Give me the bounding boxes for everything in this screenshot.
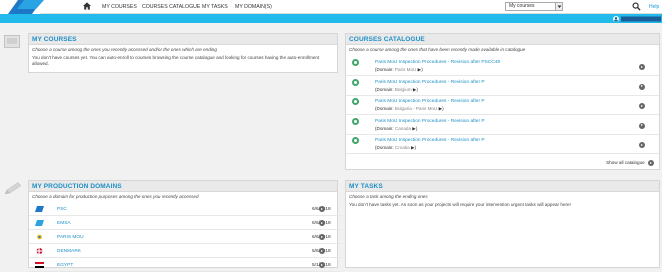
course-domain: (Domain: Bulgaria - Paris MoU ▶) — [375, 106, 444, 112]
domain-row[interactable]: PSC6/6/2018 — [29, 203, 342, 216]
catalogue-course-row[interactable]: Paris MoU Inspection Procedures - Revisi… — [346, 76, 659, 96]
course-domain-label: (Domain: — [375, 125, 394, 131]
help-link[interactable]: Help — [649, 4, 659, 10]
courses-catalogue-title: COURSES CATALOGUE — [346, 34, 659, 45]
course-title[interactable]: Paris MoU Inspection Procedures - Revisi… — [375, 119, 485, 124]
my-courses-title: MY COURSES — [29, 34, 337, 45]
arrow-right-icon[interactable] — [319, 262, 325, 268]
arrow-right-icon[interactable] — [319, 248, 325, 254]
course-domain: (Domain: Croatia ▶) — [375, 145, 416, 151]
courses-catalogue-subtitle: Choose a course among the ones that have… — [349, 47, 526, 52]
my-tasks-title: MY TASKS — [346, 181, 659, 192]
parismou-flag-icon — [37, 234, 42, 240]
catalogue-course-row[interactable]: Paris MoU Inspection Procedures - Revisi… — [346, 95, 659, 115]
domain-name[interactable]: EMSA — [57, 221, 71, 226]
domain-name[interactable]: PARIS MOU — [57, 235, 84, 240]
play-icon: ▶) — [412, 125, 418, 131]
arrow-right-icon — [648, 160, 654, 166]
production-domains-subtitle: Choose a domain for production purposes … — [32, 194, 199, 199]
production-domains-title: MY PRODUCTION DOMAINS — [29, 181, 337, 192]
chevron-down-icon — [555, 3, 562, 10]
nav-my-courses[interactable]: MY COURSES — [102, 4, 137, 10]
arrow-right-icon[interactable] — [639, 122, 645, 129]
arrow-right-icon[interactable] — [639, 64, 645, 70]
my-tasks-message: You don't have tasks yet. As soon as you… — [349, 202, 571, 207]
course-title[interactable]: Paris MoU Inspection Procedures - Revisi… — [375, 99, 485, 104]
play-icon: ▶) — [412, 86, 418, 92]
arrow-right-icon[interactable] — [639, 142, 645, 148]
my-tasks-panel: MY TASKS Choose a task among the ending … — [345, 180, 660, 268]
search-scope-select[interactable]: My courses — [505, 2, 563, 11]
my-tasks-subtitle: Choose a task among the ending ones — [349, 194, 428, 199]
arrow-right-icon[interactable] — [319, 206, 325, 212]
course-domain-label: (Domain: — [375, 106, 394, 111]
course-domain: (Domain: Canada ▶) — [375, 126, 417, 132]
course-domain-value: Paris MoU — [394, 67, 417, 72]
nav-my-tasks[interactable]: MY TASKS — [202, 4, 228, 10]
domain-name[interactable]: DENMARK — [57, 249, 81, 254]
course-title[interactable]: Paris MoU Inspection Procedures - Revisi… — [375, 80, 485, 85]
show-all-catalogue-label: Show all catalogue — [606, 160, 645, 166]
course-bullet-icon — [352, 117, 359, 125]
domain-name[interactable]: PSC — [57, 207, 67, 212]
production-domains-panel: MY PRODUCTION DOMAINS Choose a domain fo… — [28, 180, 342, 272]
denmark-flag-icon — [36, 248, 43, 254]
nav-my-domains[interactable]: MY DOMAIN(S) — [235, 4, 272, 10]
domain-name[interactable]: EGYPT — [57, 263, 73, 268]
arrow-right-icon[interactable] — [639, 83, 645, 90]
course-domain-value: Belgium — [394, 86, 412, 92]
domain-row[interactable]: EMSA6/6/2018 — [29, 217, 342, 230]
my-courses-panel: MY COURSES Choose a course among the one… — [28, 33, 338, 73]
course-title[interactable]: Paris MoU Inspection Procedures - Revisi… — [375, 138, 485, 143]
pencil-icon — [4, 182, 22, 195]
course-domain-value: Bulgaria - Paris MoU — [394, 106, 438, 111]
course-bullet-icon — [352, 137, 359, 144]
course-domain: (Domain: Belgium ▶) — [375, 87, 418, 93]
course-domain-value: Croatia — [394, 145, 410, 150]
home-icon[interactable] — [83, 2, 91, 10]
courses-catalogue-panel: COURSES CATALOGUE Choose a course among … — [345, 33, 660, 170]
course-bullet-icon — [352, 78, 359, 86]
play-icon: ▶) — [411, 145, 417, 150]
my-courses-message: You don't have courses yet. You can auto… — [32, 55, 320, 66]
emsa-flag-icon — [35, 220, 44, 226]
my-courses-subtitle: Choose a course among the ones you recen… — [32, 47, 217, 52]
egypt-flag-icon — [35, 262, 44, 268]
search-scope-value: My courses — [509, 3, 535, 9]
logo[interactable] — [0, 0, 52, 14]
arrow-right-icon[interactable] — [319, 234, 325, 240]
top-navigation-bar: MY COURSES COURSES CATALOGUE MY TASKS MY… — [0, 0, 662, 14]
user-menu[interactable] — [613, 16, 661, 22]
courses-board-icon — [4, 35, 20, 48]
course-domain-label: (Domain: — [375, 145, 394, 150]
arrow-right-icon[interactable] — [639, 103, 645, 109]
catalogue-course-row[interactable]: Paris MoU Inspection Procedures - Revisi… — [346, 56, 659, 76]
course-domain-value: Canada — [394, 125, 412, 131]
course-bullet-icon — [352, 98, 359, 105]
play-icon: ▶) — [438, 106, 444, 111]
search-icon[interactable] — [632, 2, 641, 11]
course-bullet-icon — [352, 59, 359, 66]
play-icon: ▶) — [417, 67, 423, 72]
nav-courses-catalogue[interactable]: COURSES CATALOGUE — [142, 4, 200, 10]
psc-flag-icon — [35, 206, 44, 212]
course-title[interactable]: Paris MoU Inspection Procedures - Revisi… — [375, 60, 500, 65]
course-domain-label: (Domain: — [375, 67, 394, 72]
course-domain-label: (Domain: — [375, 86, 394, 92]
domain-row[interactable]: EGYPT5/1/2018 — [29, 259, 342, 272]
domain-row[interactable]: DENMARK5/6/2018 — [29, 245, 342, 258]
header-bar — [0, 14, 662, 23]
arrow-right-icon[interactable] — [319, 220, 325, 226]
show-all-catalogue[interactable]: Show all catalogue — [606, 160, 654, 166]
domain-row[interactable]: PARIS MOU6/6/2018 — [29, 231, 342, 244]
catalogue-course-row[interactable]: Paris MoU Inspection Procedures - Revisi… — [346, 134, 659, 154]
catalogue-course-row[interactable]: Paris MoU Inspection Procedures - Revisi… — [346, 115, 659, 135]
course-domain: (Domain: Paris MoU ▶) — [375, 67, 423, 73]
